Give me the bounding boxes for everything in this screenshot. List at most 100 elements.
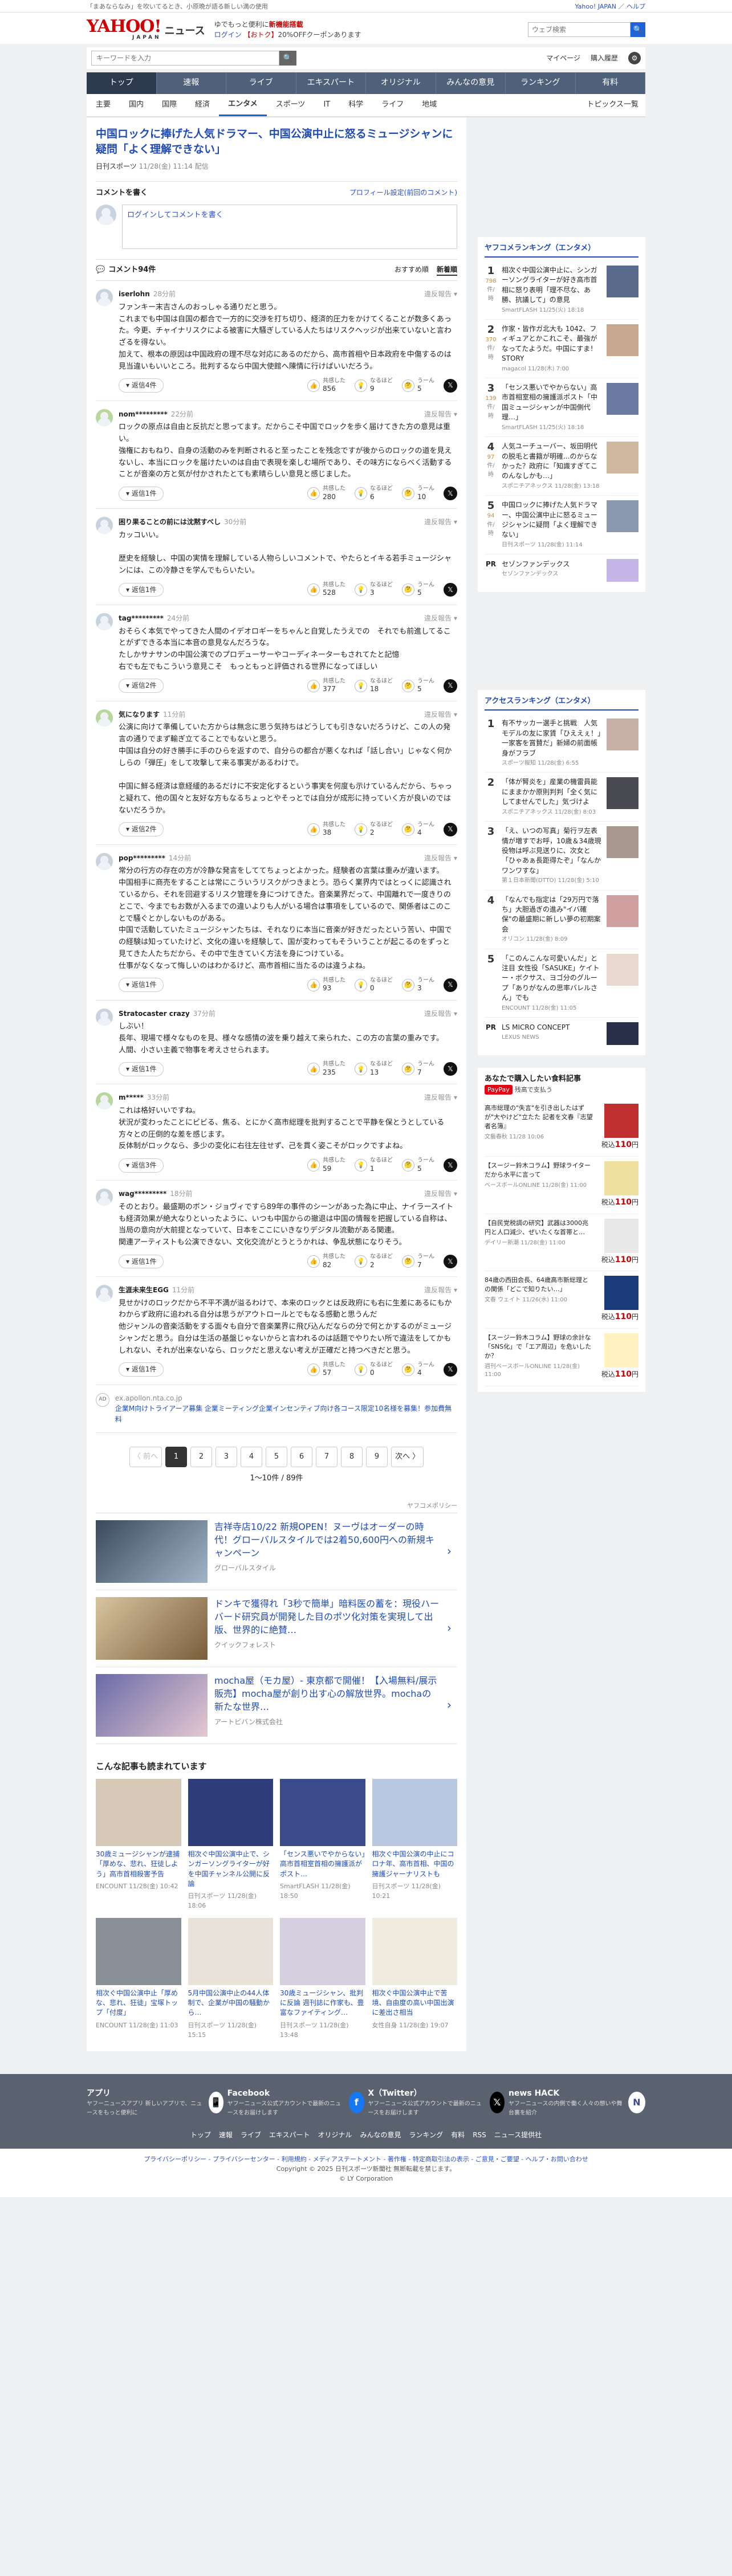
hmm-button[interactable]: 💡 なるほど 0 xyxy=(355,977,393,993)
topics-list-link[interactable]: トピックス一覧 xyxy=(578,95,645,115)
promo-ad[interactable]: mocha屋（モカ屋）- 東京都で開催！【入場無料/展示販売】mocha屋が創り… xyxy=(96,1667,457,1744)
nav-original[interactable]: オリジナル xyxy=(366,72,436,94)
hmm-button[interactable]: 💡 なるほど 0 xyxy=(355,1362,393,1378)
cat-world[interactable]: 国際 xyxy=(153,95,186,115)
hmm-button[interactable]: 💡 なるほど 1 xyxy=(355,1157,393,1173)
replies-button[interactable]: ▾ 返信2件 xyxy=(119,679,164,693)
x-share-icon[interactable]: 𝕏 xyxy=(444,1255,457,1269)
ranking-item[interactable]: 1 798 件/時 相次ぐ中国公演中止に、シンガーソングライターが好き高市首相に怒り表… xyxy=(485,261,639,320)
avatar[interactable] xyxy=(96,1008,113,1026)
paid-article-title[interactable]: 【スージー鈴木コラム】野球の余計な「SNS化」で「エア周辺」を危いしたか？ xyxy=(485,1333,594,1361)
disagree-button[interactable]: 🤔 うーん 7 xyxy=(402,1061,434,1077)
next-page-button[interactable]: 次へ 〉 xyxy=(391,1447,424,1468)
promo-ad[interactable]: ドンキで獲得れ「3秒で簡単」暗料医の蓄を：現役ハーバード研究員が開発した目のポツ… xyxy=(96,1590,457,1667)
hmm-button[interactable]: 💡 なるほど 9 xyxy=(355,378,393,394)
comment-user[interactable]: tag********* xyxy=(119,613,164,624)
ranking-item[interactable]: 5 94 件/時 中国ロックに捧げた人気ドラマー、中国公演中止に怒るミュージシャンに疑… xyxy=(485,496,639,555)
related-title[interactable]: 相次ぐ中国公演の中止にコロナ年、高市首相、中国の擁護ジャーナリストも xyxy=(372,1850,458,1879)
ranking-item[interactable]: 4 97 件/時 人気ユーチューバー、坂田明代の脱毛と書籍が明確...のからなかった？… xyxy=(485,437,639,496)
footer-promo[interactable]: news HACK ヤフーニュースの内側で働く人々の想いや舞台裏を紹介 N xyxy=(509,2088,645,2118)
related-card[interactable]: 相次ぐ中国公演中止で苦境、自由度の高い中国出演に差出さ相当 女性自身 11/28(… xyxy=(372,1917,457,2040)
related-title[interactable]: 5月中国公演中止の44人体制で、企業が中国の騒動から… xyxy=(188,1989,274,2018)
login-link[interactable]: ログイン xyxy=(214,31,242,39)
avatar[interactable] xyxy=(96,613,113,630)
x-share-icon[interactable]: 𝕏 xyxy=(444,679,457,693)
paid-article[interactable]: 【スージー鈴木コラム】野球の余計な「SNS化」で「エア周辺」を危いしたか？ 週刊ベ… xyxy=(485,1329,639,1386)
ranking-item[interactable]: 2 370 件/時 作家・皆作ガ北大も 1042、フィギュアとかこれこそ、最強がなって… xyxy=(485,320,639,379)
sort-recommended[interactable]: おすすめ順 xyxy=(395,264,429,276)
replies-button[interactable]: ▾ 返信2件 xyxy=(119,822,164,837)
footer-legal-links[interactable]: プライバシーポリシー - プライバシーセンター - 利用規約 - メディアステー… xyxy=(0,2154,732,2164)
nav-ranking[interactable]: ランキング xyxy=(506,72,576,94)
yahoo-japan-link[interactable]: Yahoo! JAPAN xyxy=(575,3,616,10)
footer-link[interactable]: オリジナル xyxy=(318,2130,352,2141)
replies-button[interactable]: ▾ 返信3件 xyxy=(119,1158,164,1173)
ranking-item[interactable]: 5 「このんこんな可愛いんだ」と注目 女性役「SASUKE」ケイトー・ボクサス、ヨ… xyxy=(485,949,639,1018)
footer-promo[interactable]: アプリ ヤフーニュースアプリ 新しいアプリで、ニュースをもっと便利に 📱 xyxy=(87,2088,223,2118)
cat-main[interactable]: 主要 xyxy=(87,95,120,115)
page-7[interactable]: 7 xyxy=(316,1447,337,1468)
report-link[interactable]: 違反報告 ▾ xyxy=(424,1285,457,1296)
related-card[interactable]: 相次ぐ中国公演の中止にコロナ年、高市首相、中国の擁護ジャーナリストも 日刊スポーツ… xyxy=(372,1778,458,1911)
news-hack-icon[interactable]: N xyxy=(628,2092,645,2114)
agree-button[interactable]: 👍 共感した 528 xyxy=(307,582,345,598)
agree-button[interactable]: 👍 共感した 235 xyxy=(307,1061,345,1077)
profile-setting-link[interactable]: プロフィール設定(前回のコメント) xyxy=(349,187,457,198)
replies-button[interactable]: ▾ 返信1件 xyxy=(119,978,164,992)
app-icon[interactable]: 📱 xyxy=(208,2092,223,2114)
cat-economy[interactable]: 経済 xyxy=(186,95,219,115)
purchase-history-link[interactable]: 購入履歴 xyxy=(591,53,618,64)
ranking-title[interactable]: 「このんこんな可愛いんだ」と注目 女性役「SASUKE」ケイトー・ボクサス、ヨゴ… xyxy=(502,954,602,1003)
footer-link[interactable]: みんなの意見 xyxy=(360,2130,401,2141)
disagree-button[interactable]: 🤔 うーん 7 xyxy=(402,1254,434,1269)
paid-article-title[interactable]: 高市総理の"失言"を引き出したはずが"大やけど"立たた 記者を文春『志望者名簿』 xyxy=(485,1104,594,1131)
replies-button[interactable]: ▾ 返信1件 xyxy=(119,1362,164,1377)
ranking-title[interactable]: 「センス悪いでやからない」高市首相室相の擁護派ポスト「中国ミュージシャンが中国側… xyxy=(502,383,602,423)
footer-link[interactable]: 速報 xyxy=(219,2130,233,2141)
avatar[interactable] xyxy=(96,852,113,870)
ranking-title[interactable]: 人気ユーチューバー、坂田明代の脱毛と書籍が明確...のからなかった？政府に「知識… xyxy=(502,442,602,481)
avatar[interactable] xyxy=(96,1285,113,1303)
footer-link[interactable]: エキスパート xyxy=(269,2130,310,2141)
nav-breaking[interactable]: 速報 xyxy=(157,72,226,94)
cat-local[interactable]: 地域 xyxy=(413,95,446,115)
web-search-input[interactable] xyxy=(528,22,631,37)
replies-button[interactable]: ▾ 返信1件 xyxy=(119,1254,164,1269)
avatar[interactable] xyxy=(96,289,113,307)
disagree-button[interactable]: 🤔 うーん 5 xyxy=(402,1157,434,1173)
agree-button[interactable]: 👍 共感した 38 xyxy=(307,822,345,838)
ranking-item[interactable]: 1 有不サッカー選手と挑戦 人気モデルの友に家賃「ひええぇ！」一家客を賞賛だ」新婦… xyxy=(485,714,639,773)
disagree-button[interactable]: 🤔 うーん 5 xyxy=(402,378,434,394)
promo-ad[interactable]: 吉祥寺店10/22 新規OPEN！ヌーヴはオーダーの時代！グローバルスタイルでは… xyxy=(96,1513,457,1590)
agree-button[interactable]: 👍 共感した 377 xyxy=(307,678,345,694)
promo-ad-title[interactable]: 吉祥寺店10/22 新規OPEN！ヌーヴはオーダーの時代！グローバルスタイルでは… xyxy=(214,1520,440,1560)
nav-expert[interactable]: エキスパート xyxy=(296,72,366,94)
news-search-input[interactable] xyxy=(91,51,279,66)
paid-article[interactable]: 【スージー鈴木コラム】野球ライターだから水平に言って ベースボールONLINE 1… xyxy=(485,1157,639,1214)
report-link[interactable]: 違反報告 ▾ xyxy=(424,613,457,624)
page-5[interactable]: 5 xyxy=(266,1447,287,1468)
comment-user[interactable]: 困り果ることの前には沈黙すべし xyxy=(119,517,221,528)
related-card[interactable]: 5月中国公演中止の44人体制で、企業が中国の騒動から… 日刊スポーツ 11/28(… xyxy=(188,1917,274,2040)
x-share-icon[interactable]: 𝕏 xyxy=(444,1362,457,1377)
x-share-icon[interactable]: 𝕏 xyxy=(444,1158,457,1173)
ranking-title[interactable]: 「なんでも指定は「29万円で落ち」大胆過ぎの進み"イバ確保"の最盛期に新しい夢の… xyxy=(502,895,602,935)
page-2[interactable]: 2 xyxy=(190,1447,212,1468)
related-title[interactable]: 相次ぐ中国公演中止「厚めな、悲れ、狂徒」宝塚トップ「付度」 xyxy=(96,1989,181,2018)
footer-link[interactable]: ランキング xyxy=(409,2130,444,2141)
avatar[interactable] xyxy=(96,1189,113,1206)
paid-article-title[interactable]: 【自民党税調の研究】武器は3000兆円と人口減少、ぜいたくな首帯と… xyxy=(485,1219,594,1237)
comment-user[interactable]: Stratocaster crazy xyxy=(119,1009,190,1019)
hmm-button[interactable]: 💡 なるほど 6 xyxy=(355,485,393,501)
hmm-button[interactable]: 💡 なるほど 18 xyxy=(355,678,393,694)
ranking-title[interactable]: 中国ロックに捧げた人気ドラマー、中国公演中止に怒るミュージシャンに疑問「よく理解… xyxy=(502,500,602,540)
comment-policy-link[interactable]: ヤフコメポリシー xyxy=(96,1501,457,1513)
avatar[interactable] xyxy=(96,517,113,534)
nav-paid[interactable]: 有料 xyxy=(576,72,645,94)
report-link[interactable]: 違反報告 ▾ xyxy=(424,1009,457,1019)
report-link[interactable]: 違反報告 ▾ xyxy=(424,1189,457,1199)
footer-promo-title[interactable]: X（Twitter） xyxy=(368,2088,483,2100)
hmm-button[interactable]: 💡 なるほど 3 xyxy=(355,582,393,598)
related-title[interactable]: 「センス悪いでやからない」高市首相室首相の擁護派がポスト… xyxy=(280,1850,365,1879)
disagree-button[interactable]: 🤔 うーん 10 xyxy=(402,485,434,501)
